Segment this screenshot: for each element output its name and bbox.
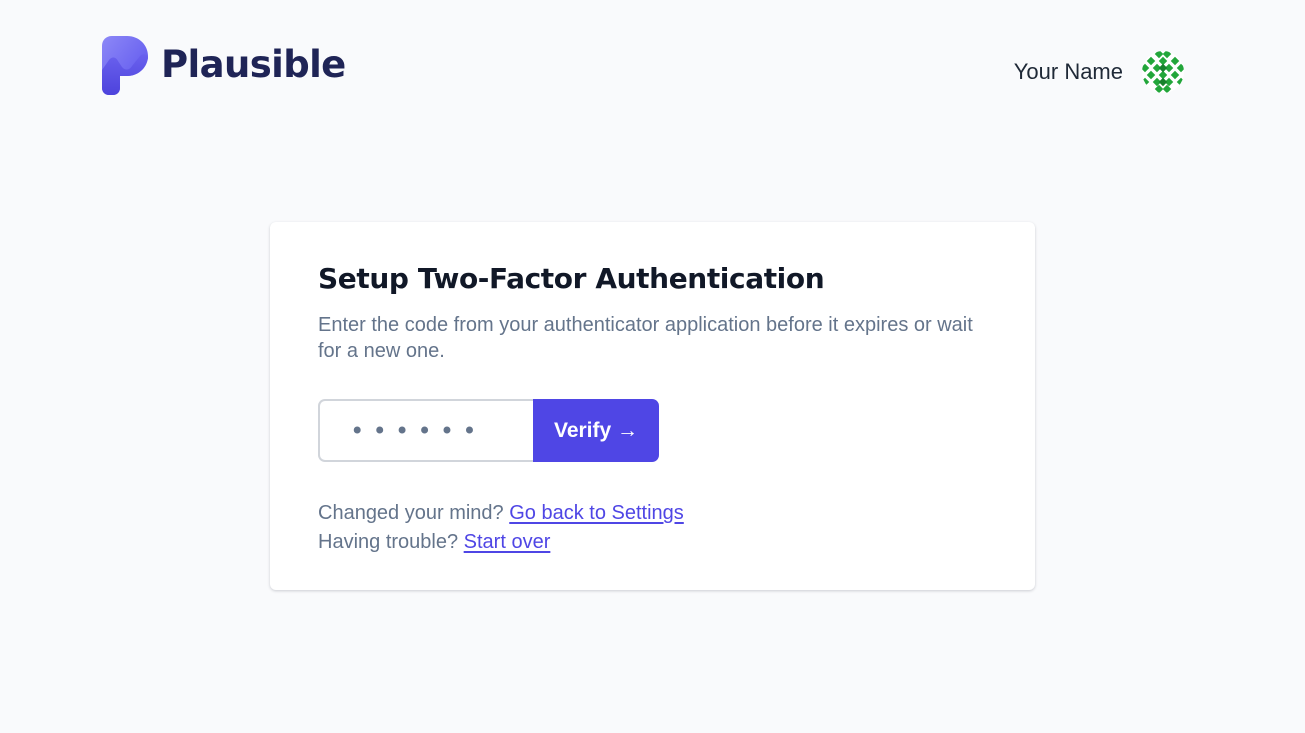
help-links: Changed your mind? Go back to Settings H… bbox=[318, 499, 987, 557]
card-description: Enter the code from your authenticator a… bbox=[318, 314, 973, 362]
card-title: Setup Two-Factor Authentication bbox=[318, 262, 825, 295]
go-back-to-settings-link[interactable]: Go back to Settings bbox=[509, 502, 684, 524]
verify-button[interactable]: Verify → bbox=[533, 399, 659, 462]
verification-code-input[interactable] bbox=[318, 399, 533, 462]
trouble-prompt: Having trouble? bbox=[318, 531, 459, 553]
top-navigation-bar: Plausible Your Name bbox=[0, 0, 1305, 140]
user-name: Your Name bbox=[1013, 59, 1123, 84]
avatar-icon bbox=[1142, 51, 1184, 93]
start-over-link[interactable]: Start over bbox=[464, 531, 551, 553]
user-menu[interactable]: Your Name bbox=[1014, 51, 1184, 93]
settings-line: Changed your mind? Go back to Settings bbox=[318, 499, 987, 528]
plausible-logo-link[interactable]: Plausible bbox=[102, 36, 346, 96]
plausible-logo-icon bbox=[102, 36, 148, 95]
trouble-line: Having trouble? Start over bbox=[318, 528, 987, 557]
brand-name: Plausible bbox=[161, 43, 346, 86]
settings-prompt: Changed your mind? bbox=[318, 502, 504, 524]
two-factor-setup-card: Setup Two-Factor Authentication Enter th… bbox=[270, 222, 1035, 590]
verify-form: Verify → bbox=[318, 399, 987, 462]
